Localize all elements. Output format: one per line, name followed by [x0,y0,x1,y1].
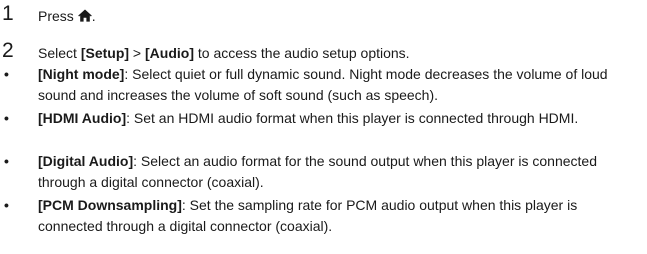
step-rest: to access the audio setup options. [197,45,410,61]
bullet-dot: • [4,66,9,82]
bullet-dot: • [4,153,9,169]
option-term: [Digital Audio] [38,153,134,169]
home-icon [77,9,92,22]
menu-setup: [Setup] [80,45,130,61]
bullet-dot: • [4,197,9,213]
step-suffix: . [91,8,96,24]
option-term: [Night mode] [38,66,125,82]
option-text: [HDMI Audio]: Set an HDMI audio format w… [38,108,638,129]
step-prefix: Press [38,8,74,24]
option-term: [PCM Downsampling] [38,197,182,213]
step-number: 1 [2,2,14,25]
option-text: [Digital Audio]: Select an audio format … [38,151,638,192]
bullet-dot: • [4,110,9,126]
option-desc: : Select quiet or full dynamic sound. Ni… [38,66,608,103]
option-term: [HDMI Audio] [38,110,127,126]
step-number: 2 [2,39,14,62]
menu-audio: [Audio] [145,45,194,61]
step-text: Select [Setup] > [Audio] to access the a… [38,43,410,63]
step-text: Press . [38,6,96,26]
menu-separator: > [132,45,142,61]
option-desc: : Set an HDMI audio format when this pla… [126,110,579,126]
instruction-page: 1 Press . 2 Select [Setup] > [Audio] to … [0,0,647,254]
option-text: [Night mode]: Select quiet or full dynam… [38,64,638,105]
option-text: [PCM Downsampling]: Set the sampling rat… [38,195,638,236]
step-select-word: Select [38,45,77,61]
